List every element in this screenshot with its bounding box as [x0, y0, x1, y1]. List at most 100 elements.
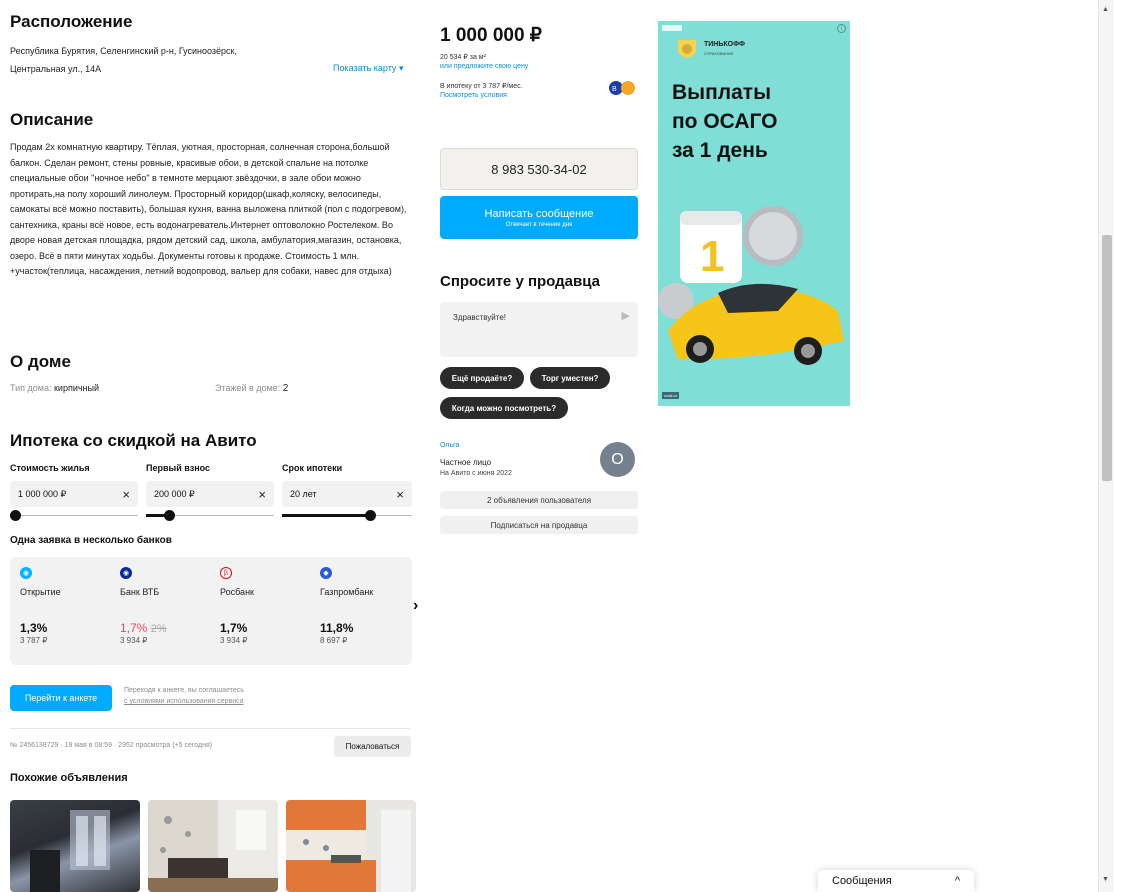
house-floors-value: 2 [282, 383, 289, 394]
room-photo-image [148, 800, 278, 892]
car-calendar-illustration: 1 [658, 206, 844, 365]
scrollbar-thumb[interactable] [1102, 235, 1112, 481]
complain-button[interactable]: Пожаловаться [334, 736, 411, 757]
clear-cost-icon[interactable]: × [122, 487, 130, 502]
bank-rate: 1,7% 2% [120, 621, 215, 635]
messages-bar[interactable]: Сообщения ^ [818, 870, 974, 892]
show-map-label: Показать карту [333, 63, 397, 73]
chip-when-view[interactable]: Когда можно посмотреть? [440, 397, 568, 419]
send-icon[interactable]: ▶ [622, 309, 630, 322]
bank-rate-old: 2% [150, 623, 167, 635]
cost-label: Стоимость жилья [10, 463, 90, 473]
slider-track [10, 515, 138, 516]
ask-textarea[interactable]: Здравствуйте! ▶ [440, 302, 638, 357]
banks-panel: ◉ Открытие 1,3% 3 787 ₽ ◉ Банк ВТБ 1,7% … [10, 557, 412, 665]
description-text: Продам 2х комнатную квартиру. Тёплая, ую… [10, 142, 407, 276]
apply-button[interactable]: Перейти к анкете [10, 685, 112, 711]
slider-handle[interactable] [365, 510, 376, 521]
similar-photo-1[interactable] [10, 800, 140, 892]
subscribe-button[interactable]: Подписаться на продавца [440, 516, 638, 534]
term-value: 20 лет [290, 489, 317, 499]
cost-slider[interactable] [10, 509, 138, 521]
message-button-label: Написать сообщение [484, 207, 594, 220]
ad-line-2: по ОСАГО [672, 110, 778, 133]
conditions-link[interactable]: Посмотреть условия [440, 92, 507, 99]
chevron-up-icon[interactable]: ^ [955, 875, 960, 887]
down-label: Первый взнос [146, 463, 211, 473]
info-icon[interactable]: i [837, 24, 846, 33]
similar-photo-3[interactable] [286, 800, 416, 892]
seller-type: Частное лицо [440, 458, 492, 467]
seller-ads-button[interactable]: 2 объявления пользователя [440, 491, 638, 509]
clear-down-icon[interactable]: × [258, 487, 266, 502]
slider-handle[interactable] [164, 510, 175, 521]
house-floors: Этажей в доме: 2 [215, 381, 288, 396]
description-title: Описание [10, 110, 94, 129]
otkritie-icon: ◉ [20, 567, 32, 579]
chip-bargain[interactable]: Торг уместен? [530, 367, 610, 389]
down-slider[interactable] [146, 509, 274, 521]
term-label: Срок ипотеки [282, 463, 343, 473]
house-type: Тип дома: кирпичный [10, 381, 99, 395]
listing-meta: № 2456138729 · 19 мая в 08:59 · 2952 про… [10, 742, 213, 749]
bank-name: Открытие [20, 587, 61, 597]
page-scrollbar[interactable]: ▲ ▼ [1098, 0, 1114, 892]
chip-still-selling[interactable]: Ещё продаёте? [440, 367, 524, 389]
down-value: 200 000 ₽ [154, 488, 195, 499]
scroll-down-icon[interactable]: ▼ [1102, 876, 1109, 883]
price-value: 1 000 000 ₽ [440, 25, 542, 46]
address-line-1: Республика Бурятия, Селенгинский р-н, Гу… [10, 46, 237, 56]
message-button[interactable]: Написать сообщение Отвечает в течение дн… [440, 196, 638, 239]
terms-line-1: Переходя к анкете, вы соглашаетесь [124, 687, 244, 694]
ad-brand-sub: СТРАХОВАНИЕ [704, 51, 734, 56]
down-payment-input[interactable]: 200 000 ₽ × [146, 481, 274, 507]
scroll-up-icon[interactable]: ▲ [1102, 6, 1109, 13]
messages-label: Сообщения [832, 875, 892, 887]
similar-title: Похожие объявления [10, 772, 128, 784]
slider-handle[interactable] [10, 510, 21, 521]
house-title: О доме [10, 352, 71, 371]
seller-avatar[interactable]: О [600, 442, 635, 477]
ad-brand: ТИНЬКОФФ [704, 41, 745, 48]
clear-term-icon[interactable]: × [396, 487, 404, 502]
gazprombank-icon: ◆ [320, 567, 332, 579]
bank-card[interactable]: β Росбанк 1,7% 3 934 ₽ [220, 567, 315, 645]
bank-rate-discount: 1,7% [120, 621, 148, 635]
bank-card[interactable]: ◆ Газпромбанк 11,8% 8 697 ₽ [320, 567, 415, 645]
partner-banks-icon: В [608, 80, 638, 96]
chevron-down-icon: ▾ [398, 63, 404, 73]
address-line-2: Центральная ул., 14А [10, 64, 102, 74]
ad-banner[interactable]: i ТИНЬКОФФ СТРАХОВАНИЕ Выплаты по ОСАГО … [658, 21, 850, 406]
slider-fill [282, 514, 370, 517]
term-input[interactable]: 20 лет × [282, 481, 412, 507]
bank-payment: 3 934 ₽ [220, 636, 248, 645]
tinkoff-logo-icon [676, 38, 698, 64]
seller-name-link[interactable]: Ольга [440, 442, 459, 449]
mortgage-from: В ипотеку от 3 787 ₽/мес. [440, 83, 523, 90]
phone-button[interactable]: 8 983 530-34-02 [440, 148, 638, 190]
offer-price-link[interactable]: или предложите свою цену [440, 63, 528, 70]
svg-text:В: В [612, 86, 617, 93]
bank-card[interactable]: ◉ Банк ВТБ 1,7% 2% 3 934 ₽ [120, 567, 215, 645]
similar-photo-2[interactable] [148, 800, 278, 892]
room-photo-image [286, 800, 411, 892]
banks-next-arrow-icon[interactable]: › [413, 597, 418, 615]
bank-payment: 3 787 ₽ [20, 636, 48, 645]
bank-payment: 8 697 ₽ [320, 636, 348, 645]
ask-title: Спросите у продавца [440, 273, 600, 290]
bank-name: Банк ВТБ [120, 587, 160, 597]
location-title: Расположение [10, 12, 133, 31]
seller-since: На Авито с июня 2022 [440, 470, 512, 477]
cost-input[interactable]: 1 000 000 ₽ × [10, 481, 138, 507]
rosbank-icon: β [220, 567, 232, 579]
bank-card[interactable]: ◉ Открытие 1,3% 3 787 ₽ [20, 567, 115, 645]
listing-page: Расположение Республика Бурятия, Селенги… [0, 0, 1123, 892]
bank-name: Росбанк [220, 587, 254, 597]
term-slider[interactable] [282, 509, 412, 521]
address: Республика Бурятия, Селенгинский р-н, Гу… [10, 44, 340, 76]
bank-rate: 1,3% [20, 621, 48, 635]
show-map-link[interactable]: Показать карту ▾ [333, 63, 403, 74]
terms-link[interactable]: с условиями использования сервиса [124, 698, 244, 705]
room-photo-image [30, 810, 110, 892]
window-edge [1114, 0, 1123, 892]
